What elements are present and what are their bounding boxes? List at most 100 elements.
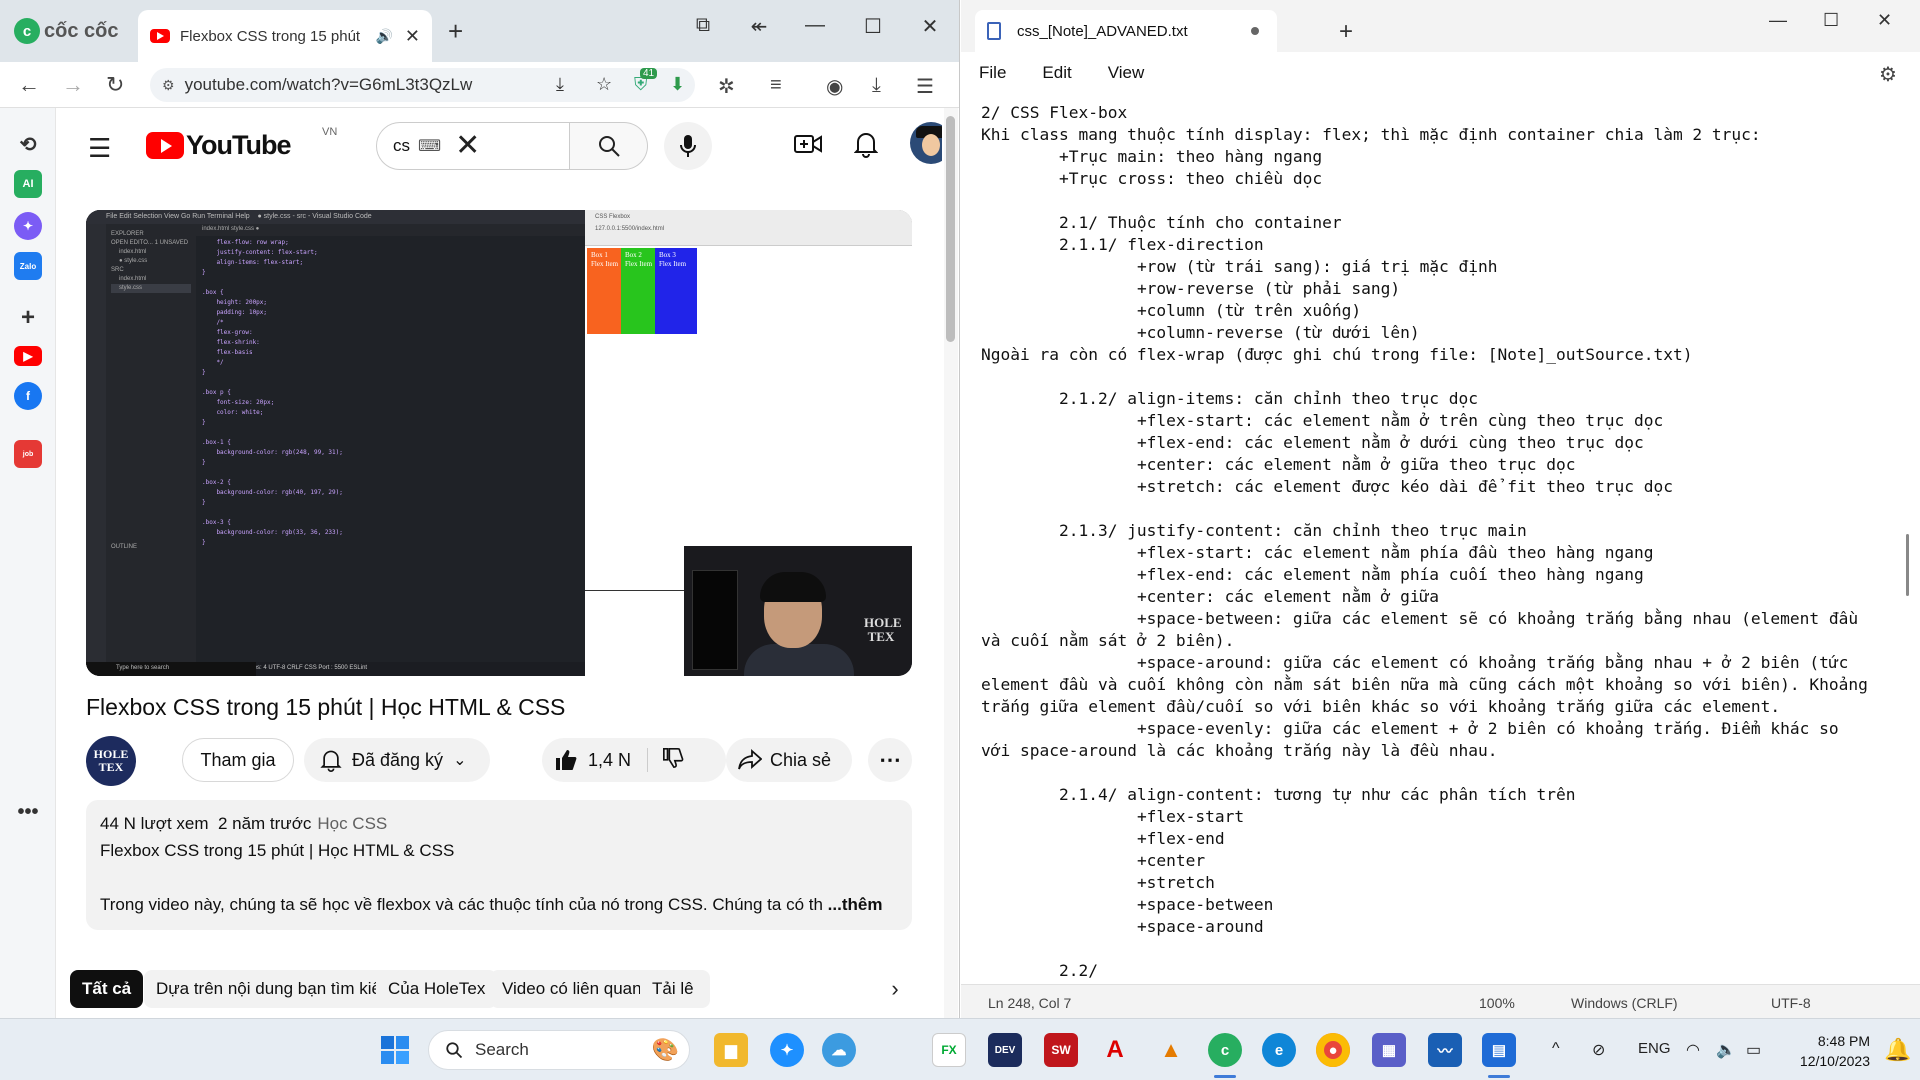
browser-scrollbar[interactable] — [944, 108, 958, 1018]
ai-assistant-icon[interactable]: AI — [14, 170, 42, 198]
chips-next-arrow-icon[interactable]: › — [876, 970, 914, 1008]
taskbar-search[interactable]: Search 🎨 — [428, 1030, 690, 1070]
account-avatar[interactable] — [910, 122, 942, 164]
menu-view[interactable]: View — [1108, 63, 1145, 83]
youtube-sidebar-icon[interactable]: ▶ — [14, 346, 42, 366]
window-close-button[interactable]: ✕ — [915, 14, 945, 39]
video-tag[interactable]: Học CSS — [317, 814, 387, 833]
more-actions-button[interactable]: ⋯ — [868, 738, 912, 782]
youtube-menu-icon[interactable]: ☰ — [88, 133, 111, 164]
browser-brand[interactable]: c cốc cốc — [14, 14, 118, 48]
channel-avatar[interactable]: HOLE TEX — [86, 736, 136, 786]
unsaved-dot-icon[interactable] — [1251, 27, 1259, 35]
notepad-close-button[interactable]: ✕ — [1877, 10, 1892, 31]
clear-search-icon[interactable]: ✕ — [455, 131, 480, 161]
tray-overflow-icon[interactable]: ^ — [1552, 1040, 1560, 1058]
history-icon[interactable]: ⟲ — [14, 130, 42, 158]
pc-case — [692, 570, 738, 670]
chip-uploaded[interactable]: Tải lê — [640, 970, 710, 1008]
site-info-icon[interactable]: ⚙ — [162, 77, 175, 94]
tab-back-icon[interactable]: ↞ — [744, 14, 774, 39]
share-button[interactable]: Chia sẻ — [726, 738, 852, 782]
extensions-puzzle-icon[interactable]: ✲ — [718, 74, 735, 99]
dev-app-icon[interactable]: DEV — [988, 1033, 1022, 1067]
edge-icon[interactable]: e — [1262, 1033, 1296, 1067]
window-maximize-button[interactable]: ☐ — [858, 14, 888, 39]
battery-icon[interactable]: ▭ — [1746, 1040, 1761, 1060]
windows-start-icon[interactable] — [380, 1035, 410, 1065]
show-more-link[interactable]: ...thêm — [828, 895, 883, 914]
bookmark-star-icon[interactable]: ☆ — [596, 74, 612, 95]
menu-edit[interactable]: Edit — [1042, 63, 1071, 83]
reload-icon[interactable]: ↻ — [106, 72, 124, 98]
settings-gear-icon[interactable]: ⚙ — [1879, 62, 1897, 87]
network-offline-icon[interactable]: ⊘ — [1592, 1040, 1605, 1060]
tab-close-icon[interactable]: ✕ — [405, 26, 420, 47]
video-description[interactable]: 44 N lượt xem 2 năm trước Học CSS Flexbox… — [86, 800, 912, 930]
fx-app-icon[interactable]: FX — [932, 1033, 966, 1067]
notepad-tab[interactable]: css_[Note]_ADVANED.txt — [975, 10, 1277, 52]
youtube-search-button[interactable] — [570, 122, 648, 170]
forward-icon[interactable]: → — [62, 72, 84, 98]
language-indicator[interactable]: ENG — [1638, 1040, 1671, 1057]
notepad-minimize-button[interactable]: — — [1769, 10, 1787, 31]
volume-icon[interactable]: 🔈 — [1716, 1040, 1736, 1060]
whiteboard-icon[interactable]: 〰 — [1428, 1033, 1462, 1067]
youtube-search-input[interactable]: cs ⌨ ✕ — [376, 122, 570, 170]
address-bar[interactable]: ⚙ youtube.com/watch?v=G6mL3t3QzLw ⤓ ☆ ⛨ … — [150, 68, 695, 102]
browser-sidebar: ⟲ AI ✦ Zalo + ▶ f job ••• — [0, 108, 56, 1018]
new-tab-button[interactable]: + — [448, 16, 463, 47]
youtube-logo[interactable]: YouTube VN — [146, 126, 337, 161]
video-player[interactable]: File Edit Selection View Go Run Terminal… — [86, 210, 912, 676]
subscribed-button[interactable]: Đã đăng ký ⌄ — [304, 738, 490, 782]
dislike-button[interactable] — [648, 747, 684, 774]
profile-icon[interactable]: ◉ — [826, 74, 843, 99]
download-extension-icon[interactable]: ⬇ — [670, 74, 685, 95]
chip-related[interactable]: Video có liên quan — [490, 970, 654, 1008]
chip-holetex[interactable]: Của HoleTex — [376, 970, 498, 1008]
keyboard-icon[interactable]: ⌨ — [418, 136, 441, 156]
media-control-icon[interactable]: ≡ — [770, 74, 782, 97]
weather-icon[interactable]: ☁ — [822, 1033, 856, 1067]
chrome-icon[interactable]: ● — [1316, 1033, 1350, 1067]
copilot-icon[interactable]: ✦ — [770, 1033, 804, 1067]
back-icon[interactable]: ← — [18, 72, 40, 98]
vieclam-icon[interactable]: job — [14, 440, 42, 468]
scrollbar-thumb[interactable] — [946, 116, 955, 342]
menu-file[interactable]: File — [979, 63, 1006, 83]
notification-bell-icon[interactable]: 🔔 — [1884, 1037, 1911, 1063]
zalo-icon[interactable]: Zalo — [14, 252, 42, 280]
install-app-icon[interactable]: ⤓ — [556, 74, 564, 95]
create-video-icon[interactable] — [794, 132, 822, 161]
notepad-taskbar-icon[interactable]: ▤ — [1482, 1033, 1516, 1067]
notepad-maximize-button[interactable]: ☐ — [1823, 10, 1839, 31]
notepad-scrollbar-thumb[interactable] — [1906, 534, 1909, 596]
sidebar-more-icon[interactable]: ••• — [14, 798, 42, 826]
join-button[interactable]: Tham gia — [182, 738, 294, 782]
notepad-text-area[interactable]: 2/ CSS Flex-box Khi class mang thuộc tín… — [961, 94, 1920, 984]
solidworks-icon[interactable]: SW — [1044, 1033, 1078, 1067]
system-clock[interactable]: 8:48 PM 12/10/2023 — [1790, 1031, 1870, 1071]
add-sidebar-app-icon[interactable]: + — [14, 304, 42, 332]
acrobat-icon[interactable]: A — [1098, 1033, 1132, 1067]
audio-playing-icon[interactable]: 🔊 — [375, 28, 392, 45]
matlab-icon[interactable]: ▲ — [1154, 1033, 1188, 1067]
window-minimize-button[interactable]: — — [800, 14, 830, 37]
wifi-icon[interactable]: ◠ — [1686, 1040, 1700, 1060]
file-explorer-icon[interactable]: ▆ — [714, 1033, 748, 1067]
facebook-icon[interactable]: f — [14, 382, 42, 410]
chip-all[interactable]: Tất cả — [70, 970, 144, 1008]
chip-search-based[interactable]: Dựa trên nội dung bạn tìm kiếm — [144, 970, 408, 1008]
coccoc-taskbar-icon[interactable]: c — [1208, 1033, 1242, 1067]
browser-tab-active[interactable]: Flexbox CSS trong 15 phút 🔊 ✕ — [138, 10, 432, 62]
store-icon[interactable]: ▦ — [1372, 1033, 1406, 1067]
messenger-icon[interactable]: ✦ — [14, 212, 42, 240]
notepad-new-tab-button[interactable]: + — [1339, 18, 1353, 46]
chrome-preview: CSS Flexbox 127.0.0.1:5500/index.html Bo… — [585, 210, 912, 590]
downloads-icon[interactable]: ⤓ — [872, 74, 881, 97]
notifications-bell-icon[interactable] — [853, 130, 879, 163]
browser-menu-icon[interactable]: ☰ — [916, 74, 934, 99]
tab-search-icon[interactable]: ⧉ — [688, 14, 718, 37]
voice-search-button[interactable] — [664, 122, 712, 170]
like-button[interactable]: 1,4 N — [554, 748, 649, 772]
